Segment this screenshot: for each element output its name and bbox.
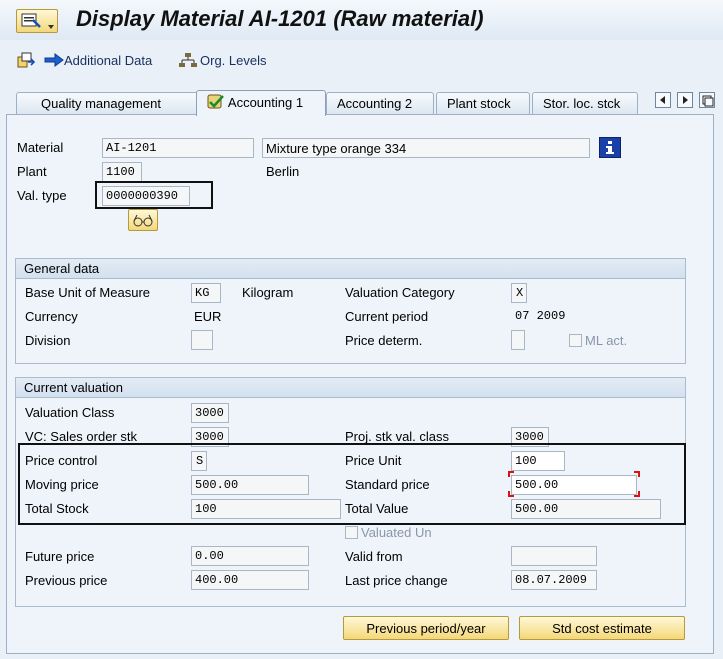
tab-strip: Quality management Accounting 1 Accounti… bbox=[0, 86, 723, 116]
triangle-right-icon bbox=[683, 96, 688, 104]
additional-data-label: Additional Data bbox=[64, 52, 153, 68]
tab-label: Quality management bbox=[41, 96, 161, 111]
valuation-category-label: Valuation Category bbox=[345, 285, 455, 300]
org-levels-button[interactable]: Org. Levels bbox=[178, 50, 266, 70]
tab-label: Accounting 1 bbox=[227, 95, 304, 110]
chevron-down-icon bbox=[48, 25, 54, 29]
previous-period-button[interactable]: Previous period/year bbox=[343, 616, 509, 640]
division-label: Division bbox=[25, 333, 71, 348]
current-period-value: 07 2009 bbox=[515, 309, 566, 323]
std-cost-estimate-button[interactable]: Std cost estimate bbox=[519, 616, 685, 640]
base-uom-label: Base Unit of Measure bbox=[25, 285, 151, 300]
plant-label: Plant bbox=[17, 164, 47, 179]
valuation-class-label: Valuation Class bbox=[25, 405, 115, 420]
tab-label: Accounting 2 bbox=[337, 96, 413, 111]
glasses-button[interactable] bbox=[128, 209, 158, 231]
tab-stor-loc-stck[interactable]: Stor. loc. stck bbox=[532, 92, 638, 114]
ml-act-checkbox[interactable] bbox=[569, 334, 582, 347]
last-price-change-field[interactable]: 08.07.2009 bbox=[511, 570, 597, 590]
current-period-label: Current period bbox=[345, 309, 429, 324]
vc-sales-order-label: VC: Sales order stk bbox=[25, 429, 137, 444]
other-object-icon bbox=[17, 52, 36, 68]
tab-accounting-1[interactable]: Accounting 1 bbox=[196, 90, 326, 116]
arrow-right-icon bbox=[44, 53, 64, 67]
valuated-un-label: Valuated Un bbox=[361, 525, 432, 540]
plant-field[interactable]: 1100 bbox=[102, 162, 142, 182]
plant-name: Berlin bbox=[266, 164, 300, 179]
system-menu-button[interactable] bbox=[16, 9, 58, 33]
tab-list-icon bbox=[702, 95, 714, 107]
tab-list-button[interactable] bbox=[699, 92, 715, 108]
triangle-left-icon bbox=[660, 96, 665, 104]
current-valuation-title: Current valuation bbox=[16, 378, 685, 398]
material-field[interactable]: AI-1201 bbox=[102, 138, 254, 158]
future-price-field[interactable]: 0.00 bbox=[191, 546, 309, 566]
previous-price-field[interactable]: 400.00 bbox=[191, 570, 309, 590]
tab-accounting-2[interactable]: Accounting 2 bbox=[326, 92, 434, 114]
page-title: Display Material AI-1201 (Raw material) bbox=[76, 6, 484, 31]
tab-quality-management[interactable]: Quality management bbox=[16, 92, 198, 114]
menu-icon bbox=[21, 13, 41, 28]
info-button[interactable] bbox=[599, 137, 621, 158]
material-label: Material bbox=[17, 140, 64, 155]
price-determ-label: Price determ. bbox=[345, 333, 423, 348]
org-structure-icon bbox=[179, 53, 197, 67]
future-price-label: Future price bbox=[25, 549, 95, 564]
proj-stk-label: Proj. stk val. class bbox=[345, 429, 450, 444]
tab-label: Stor. loc. stck bbox=[543, 96, 621, 111]
previous-price-label: Previous price bbox=[25, 573, 108, 588]
additional-data-button[interactable]: Additional Data bbox=[44, 50, 152, 70]
currency-label: Currency bbox=[25, 309, 78, 324]
valuated-un-checkbox[interactable] bbox=[345, 526, 358, 539]
tab-scroll-left-button[interactable] bbox=[655, 92, 671, 108]
other-material-button[interactable] bbox=[16, 50, 36, 70]
general-data-title: General data bbox=[16, 259, 685, 279]
last-price-change-label: Last price change bbox=[345, 573, 448, 588]
base-uom-text: Kilogram bbox=[242, 285, 294, 300]
price-determ-field[interactable] bbox=[511, 330, 525, 350]
valid-from-label: Valid from bbox=[345, 549, 403, 564]
application-toolbar: Additional Data Org. Levels bbox=[0, 44, 723, 74]
material-description-field[interactable]: Mixture type orange 334 bbox=[262, 138, 590, 158]
tab-plant-stock[interactable]: Plant stock bbox=[436, 92, 530, 114]
valuation-class-field[interactable]: 3000 bbox=[191, 403, 229, 423]
tab-scroll-right-button[interactable] bbox=[677, 92, 693, 108]
valtype-label: Val. type bbox=[17, 188, 67, 203]
highlight-box bbox=[95, 181, 213, 209]
currency-value: EUR bbox=[194, 309, 222, 324]
check-icon bbox=[207, 94, 224, 109]
valid-from-field[interactable] bbox=[511, 546, 597, 566]
info-icon bbox=[606, 141, 614, 154]
highlight-box bbox=[18, 443, 686, 525]
tab-label: Plant stock bbox=[447, 96, 511, 111]
base-uom-field[interactable]: KG bbox=[191, 283, 221, 303]
title-bar: Display Material AI-1201 (Raw material) bbox=[0, 0, 723, 40]
division-field[interactable] bbox=[191, 330, 213, 350]
org-levels-label: Org. Levels bbox=[200, 52, 267, 68]
glasses-icon bbox=[133, 214, 153, 227]
valuation-category-field[interactable]: X bbox=[511, 283, 527, 303]
ml-act-label: ML act. bbox=[585, 333, 628, 348]
